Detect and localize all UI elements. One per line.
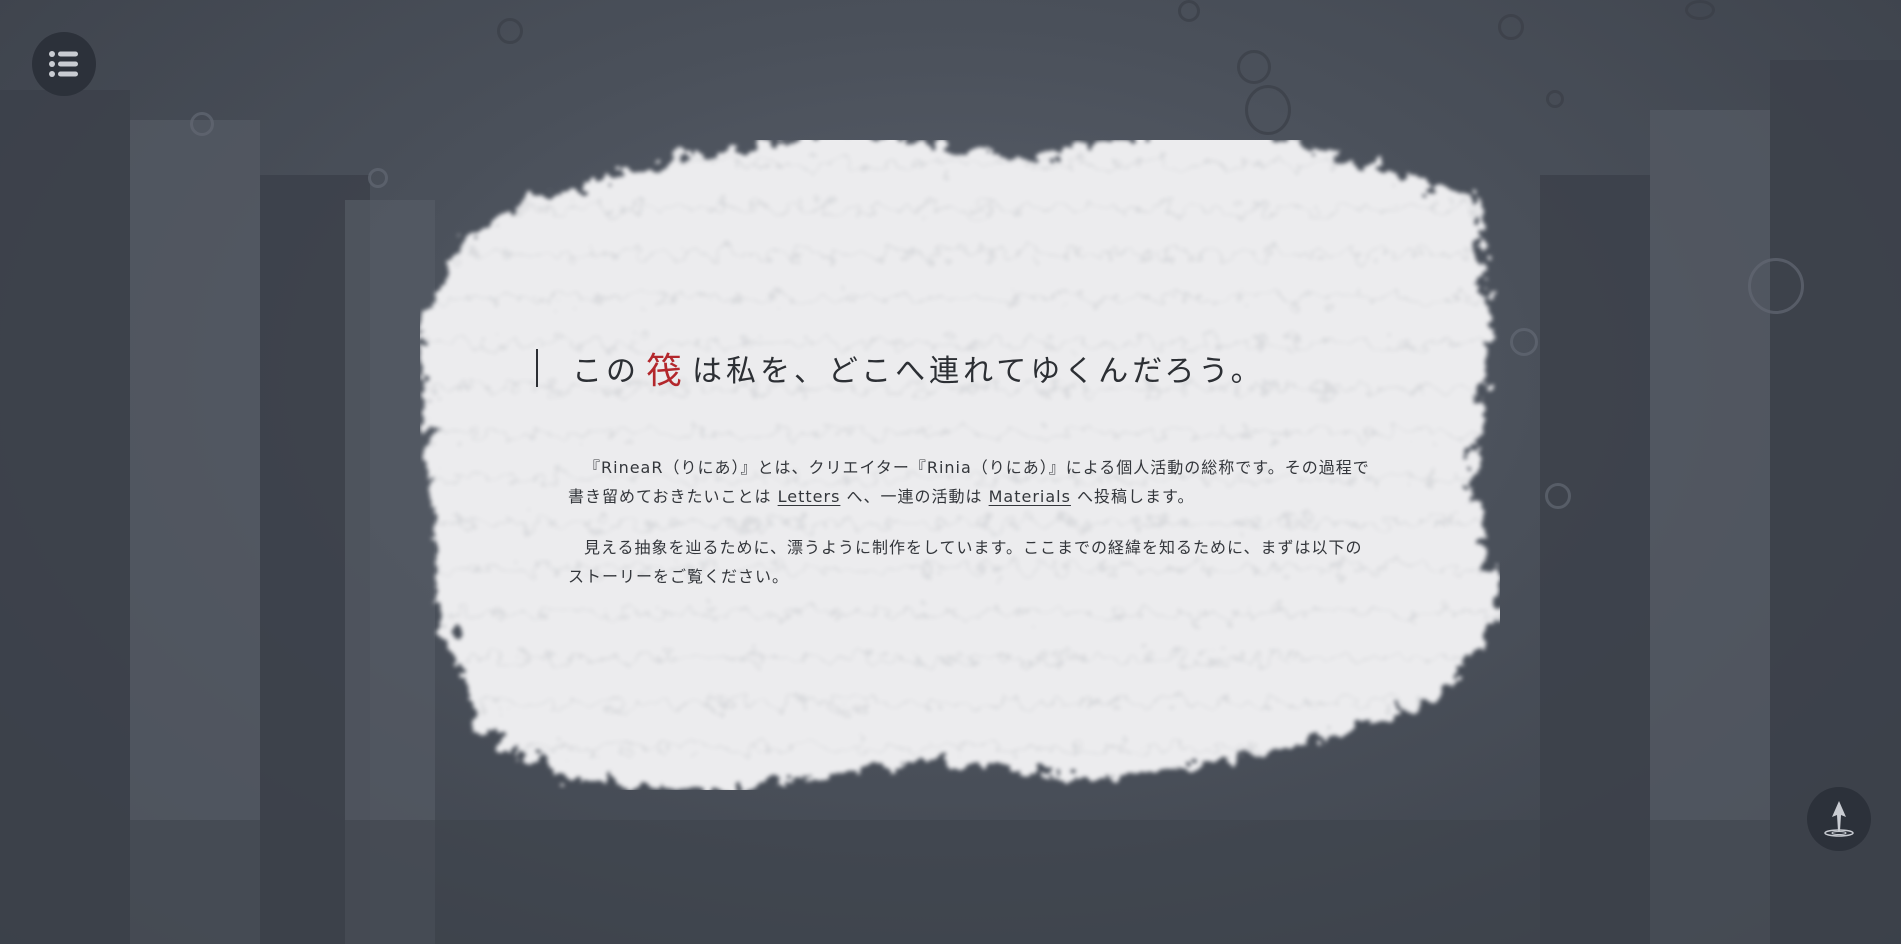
bg-bubble — [1748, 258, 1804, 314]
bg-bubble — [1245, 85, 1291, 135]
page-heading: この 筏 は私を、どこへ連れてゆくんだろう。 — [536, 348, 1265, 392]
story-paragraph: 見える抽象を辿るために、漂うように制作をしています。ここまでの経緯を知るために、… — [568, 533, 1374, 591]
scroll-to-top-icon — [1824, 801, 1854, 837]
intro-text-part3: へ投稿します。 — [1077, 487, 1195, 506]
heading-accent-raft: 筏 — [646, 351, 687, 392]
menu-button[interactable] — [32, 32, 96, 96]
bg-building — [0, 90, 130, 944]
paper-card: この 筏 は私を、どこへ連れてゆくんだろう。 『RineaR（りにあ）』とは、ク… — [420, 140, 1500, 790]
letters-link[interactable]: Letters — [778, 487, 841, 506]
bg-bubble — [1237, 50, 1271, 84]
heading-bar — [536, 349, 538, 387]
heading-suffix: は私を、どこへ連れてゆくんだろう。 — [692, 354, 1265, 389]
scroll-to-top-button[interactable] — [1807, 787, 1871, 851]
list-menu-icon — [49, 51, 78, 77]
page-stage: この 筏 は私を、どこへ連れてゆくんだろう。 『RineaR（りにあ）』とは、ク… — [0, 0, 1901, 944]
bg-bubble — [1685, 0, 1715, 20]
bg-bubble — [1545, 483, 1571, 509]
bg-bubble — [1546, 90, 1564, 108]
bg-bubble — [1178, 0, 1200, 22]
intro-paragraph: 『RineaR（りにあ）』とは、クリエイター『Rinia（りにあ）』による個人活… — [568, 453, 1374, 511]
bg-bubble — [1510, 328, 1538, 356]
bg-ground — [0, 820, 1901, 944]
intro-text-part2: へ、一連の活動は — [846, 487, 983, 506]
bg-bubble — [368, 168, 388, 188]
story-text: 見える抽象を辿るために、漂うように制作をしています。ここまでの経緯を知るために、… — [568, 538, 1363, 586]
paper-content: この 筏 は私を、どこへ連れてゆくんだろう。 『RineaR（りにあ）』とは、ク… — [420, 140, 1500, 790]
bg-bubble — [1498, 14, 1524, 40]
materials-link[interactable]: Materials — [989, 487, 1071, 506]
bg-building — [1650, 110, 1770, 944]
heading-prefix: この — [572, 354, 640, 389]
bg-bubble — [497, 18, 523, 44]
bg-bubble — [190, 112, 214, 136]
